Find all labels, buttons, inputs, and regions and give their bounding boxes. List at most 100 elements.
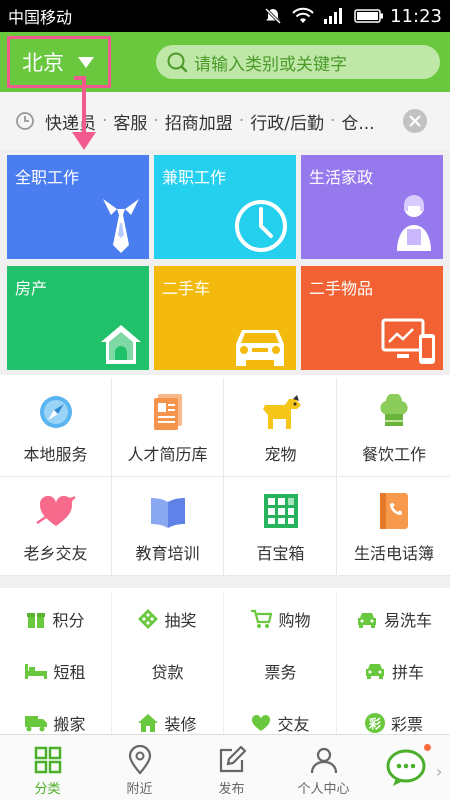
grid-item-label: 生活电话簿	[353, 544, 434, 563]
grid-item-resume[interactable]: 人才简历库	[112, 378, 224, 477]
grid-item-local-service[interactable]: 本地服务	[0, 378, 112, 477]
tile-parttime-job[interactable]: 兼职工作	[154, 155, 296, 259]
category-tiles: 全职工作 兼职工作 生活家政 房产 二手车 二手物品	[0, 150, 450, 375]
clock-icon	[235, 200, 287, 252]
tab-profile[interactable]: 个人中心	[276, 735, 371, 800]
tile-label: 房产	[15, 279, 48, 298]
history-item[interactable]: 仓...	[341, 109, 374, 134]
tab-label: 分类	[34, 782, 61, 797]
tile-real-estate[interactable]: 房产	[7, 266, 149, 370]
signal-icon	[324, 8, 343, 24]
grid-item-label: 百宝箱	[256, 544, 305, 563]
history-separator: ·	[238, 111, 245, 131]
tab-publish[interactable]: 发布	[184, 735, 279, 800]
bed-icon	[25, 664, 48, 679]
cart-icon	[251, 609, 273, 628]
status-bar: 中国移动 11:23	[0, 0, 450, 32]
link-label: 彩票	[390, 715, 423, 734]
truck-icon	[25, 716, 48, 732]
bottom-tab-bar: 分类 附近 发布 个人中心	[0, 734, 450, 800]
grid-item-label: 老乡交友	[23, 544, 88, 563]
location-icon	[128, 745, 151, 775]
lottery-icon	[138, 609, 159, 629]
link-label: 积分	[52, 611, 85, 630]
history-separator: ·	[153, 111, 159, 131]
tile-label: 兼职工作	[162, 168, 227, 187]
grid-item-catering[interactable]: 餐饮工作	[338, 378, 450, 477]
tile-label: 全职工作	[15, 168, 80, 187]
tab-label: 附近	[126, 782, 153, 797]
tile-housekeeping[interactable]: 生活家政	[301, 155, 443, 259]
link-tickets[interactable]: 票务	[225, 645, 337, 697]
tile-label: 二手车	[162, 279, 211, 298]
tab-category[interactable]: 分类	[0, 735, 95, 800]
chat-bubble-icon[interactable]	[386, 746, 430, 790]
tile-used-car[interactable]: 二手车	[154, 266, 296, 370]
car-icon	[236, 330, 284, 366]
grid-box-icon	[263, 494, 298, 528]
maid-icon	[397, 195, 431, 251]
search-box[interactable]: 请输入类别或关键字	[156, 45, 440, 79]
tie-icon	[103, 199, 139, 253]
heart-arrow-icon	[35, 495, 76, 526]
tab-label: 个人中心	[297, 782, 350, 797]
phonebook-icon	[380, 493, 408, 529]
grid-item-education[interactable]: 教育培训	[112, 477, 224, 576]
history-item[interactable]: 招商加盟	[165, 109, 233, 134]
city-name: 北京	[22, 51, 64, 75]
person-icon	[310, 747, 337, 774]
link-label: 交友	[277, 715, 310, 734]
link-short-rent[interactable]: 短租	[0, 645, 112, 697]
carrier-name: 中国移动	[8, 8, 73, 27]
tab-label: 发布	[218, 782, 245, 797]
section-divider	[0, 576, 450, 588]
link-label: 贷款	[151, 663, 184, 682]
tile-label: 生活家政	[309, 168, 374, 187]
dog-icon	[262, 395, 301, 429]
search-icon	[167, 52, 188, 73]
grid-item-hometown-friends[interactable]: 老乡交友	[0, 477, 112, 576]
link-label: 拼车	[391, 663, 424, 682]
close-icon	[409, 115, 421, 127]
clear-history-button[interactable]	[403, 109, 427, 133]
chevron-right-icon: ›	[436, 762, 443, 781]
dropdown-triangle-icon	[78, 56, 94, 68]
link-label: 易洗车	[383, 611, 432, 630]
link-shopping[interactable]: 购物	[225, 593, 337, 645]
history-clock-icon	[16, 112, 34, 130]
grid-item-label: 教育培训	[135, 544, 200, 563]
grid-item-pets[interactable]: 宠物	[225, 378, 337, 477]
history-item[interactable]: 客服	[113, 109, 147, 134]
link-carwash[interactable]: 易洗车	[338, 593, 450, 645]
link-carpool[interactable]: 拼车	[338, 645, 450, 697]
tile-used-goods[interactable]: 二手物品	[301, 266, 443, 370]
link-label: 短租	[53, 663, 86, 682]
link-label: 抽奖	[164, 611, 197, 630]
home-icon	[138, 714, 159, 732]
wifi-icon	[292, 7, 314, 23]
link-label: 票务	[264, 663, 297, 682]
history-item[interactable]: 行政/后勤	[250, 109, 324, 134]
tab-nearby[interactable]: 附近	[92, 735, 187, 800]
carpool-icon	[365, 664, 384, 679]
link-label: 装修	[164, 715, 197, 734]
edit-icon	[219, 746, 246, 773]
devices-icon	[381, 318, 435, 364]
history-separator: ·	[329, 111, 336, 131]
mute-icon	[265, 7, 282, 25]
grid-item-phonebook[interactable]: 生活电话簿	[338, 477, 450, 576]
grid-item-toolbox[interactable]: 百宝箱	[225, 477, 337, 576]
link-lottery-draw[interactable]: 抽奖	[112, 593, 224, 645]
tile-label: 二手物品	[309, 279, 374, 298]
link-loan[interactable]: 贷款	[112, 645, 224, 697]
notification-dot	[424, 744, 431, 751]
link-points[interactable]: 积分	[0, 593, 112, 645]
grid-item-label: 本地服务	[23, 445, 88, 464]
tile-fulltime-job[interactable]: 全职工作	[7, 155, 149, 259]
quick-links: 积分 抽奖 购物 易洗车 短租 贷款 票务 拼车 搬家 装修 交友 彩 彩票	[0, 588, 450, 749]
heart-icon	[252, 714, 271, 731]
category-icon	[34, 746, 61, 774]
grid-item-label: 餐饮工作	[361, 445, 426, 464]
compass-icon	[39, 396, 72, 428]
lottery-ticket-icon: 彩	[364, 713, 385, 733]
